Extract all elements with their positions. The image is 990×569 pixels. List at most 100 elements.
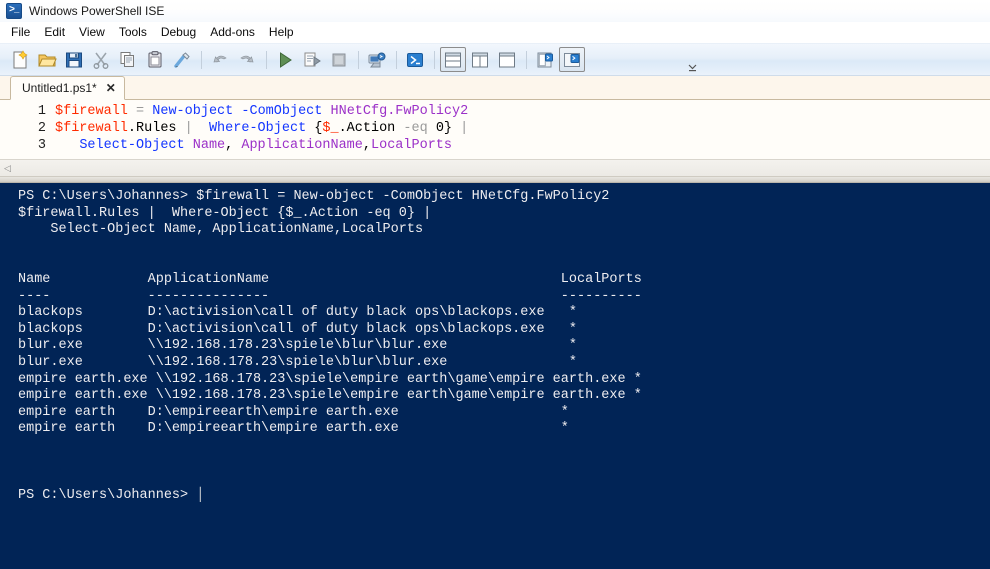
menu-edit[interactable]: Edit: [37, 24, 72, 41]
code-token: HNetCfg.FwPolicy2: [330, 104, 469, 119]
start-powershell-icon[interactable]: [402, 47, 428, 72]
code-token: |: [184, 121, 193, 136]
scroll-left-arrow-icon[interactable]: ◁: [0, 161, 15, 176]
console-line: PS C:\Users\Johannes> $firewall = New-ob…: [18, 189, 610, 204]
console-line: ---- --------------- ----------: [18, 288, 642, 304]
code-line[interactable]: 2 $firewall.Rules | Where-Object {$_.Acti…: [0, 120, 990, 137]
toolbar-separator: [396, 50, 397, 69]
menu-debug[interactable]: Debug: [154, 24, 203, 41]
console-line: empire earth D:\empireearth\empire earth…: [18, 404, 569, 420]
copy-pages-icon[interactable]: [115, 47, 141, 72]
clear-console-icon[interactable]: [169, 47, 195, 72]
new-script-icon[interactable]: [7, 47, 33, 72]
code-token: ,: [362, 138, 371, 153]
editor-tab-label: Untitled1.ps1*: [22, 81, 97, 95]
close-icon[interactable]: ✕: [106, 82, 116, 94]
powershell-icon: [6, 3, 22, 19]
console-line: empire earth.exe \\192.168.178.23\spiele…: [18, 388, 642, 404]
save-floppy-icon[interactable]: [61, 47, 87, 72]
show-console-pane-icon[interactable]: [559, 47, 585, 72]
redo-arrow-icon[interactable]: [234, 47, 260, 72]
toolbar-overflow-icon[interactable]: [687, 60, 697, 72]
toolbar-separator: [526, 50, 527, 69]
code-text: $firewall = New-object -ComObject HNetCf…: [55, 103, 468, 120]
code-token: LocalPorts: [371, 138, 453, 153]
menu-tools[interactable]: Tools: [112, 24, 154, 41]
code-token: $_: [322, 121, 339, 136]
line-number: 1: [37, 104, 46, 119]
line-number: 2: [37, 121, 46, 136]
menu-addons[interactable]: Add-ons: [203, 24, 262, 41]
code-token: -ComObject: [241, 104, 323, 119]
code-token: New-object: [152, 104, 234, 119]
code-text: $firewall.Rules | Where-Object {$_.Actio…: [55, 120, 468, 137]
menu-view[interactable]: View: [72, 24, 112, 41]
toolbar-separator: [266, 50, 267, 69]
code-token: |: [460, 121, 469, 136]
run-selection-icon[interactable]: [299, 47, 325, 72]
toolbar-separator: [434, 50, 435, 69]
paste-clipboard-icon[interactable]: [142, 47, 168, 72]
code-text: Select-Object Name, ApplicationName,Loca…: [55, 137, 452, 154]
code-token: $firewall: [55, 104, 128, 119]
new-remote-tab-icon[interactable]: [364, 47, 390, 72]
code-token: 0}: [427, 121, 461, 136]
console-line: $firewall.Rules | Where-Object {$_.Actio…: [18, 205, 432, 221]
console-line: empire earth D:\empireearth\empire earth…: [18, 421, 569, 437]
console-pane[interactable]: PS C:\Users\Johannes> $firewall = New-ob…: [0, 183, 990, 569]
code-line[interactable]: 3 Select-Object Name, ApplicationName,Lo…: [0, 137, 990, 154]
menu-file[interactable]: File: [4, 24, 37, 41]
console-caret: │: [196, 487, 205, 503]
code-token: {: [306, 121, 323, 136]
editor-tab[interactable]: Untitled1.ps1* ✕: [10, 76, 125, 100]
code-token: =: [136, 104, 145, 119]
toolbar: [0, 43, 990, 76]
code-token: $firewall: [55, 121, 128, 136]
console-line: PS C:\Users\Johannes> │: [18, 487, 205, 503]
toolbar-separator: [201, 50, 202, 69]
code-token: -eq: [403, 121, 428, 136]
powershell-ise-window: Windows PowerShell ISE FileEditViewTools…: [0, 0, 990, 569]
code-token: Name: [192, 138, 226, 153]
console-line: blur.exe \\192.168.178.23\spiele\blur\bl…: [18, 338, 577, 354]
layout-side-icon[interactable]: [467, 47, 493, 72]
script-pane[interactable]: 1 $firewall = New-object -ComObject HNetC…: [0, 100, 990, 159]
layout-stacked-icon[interactable]: [440, 47, 466, 72]
code-token: ApplicationName: [241, 138, 363, 153]
pane-splitter[interactable]: [0, 176, 990, 183]
console-line: Name ApplicationName LocalPorts: [18, 271, 642, 287]
console-line: blackops D:\activision\call of duty blac…: [18, 321, 577, 337]
tab-strip: Untitled1.ps1* ✕: [0, 76, 990, 100]
show-script-pane-icon[interactable]: [532, 47, 558, 72]
menu-bar: File Edit View Tools Debug Add-ons Help: [0, 22, 990, 43]
line-number: 3: [37, 138, 46, 153]
menu-help[interactable]: Help: [262, 24, 301, 41]
open-folder-icon[interactable]: [34, 47, 60, 72]
code-token: ,: [225, 138, 242, 153]
layout-maximized-icon[interactable]: [494, 47, 520, 72]
title-bar: Windows PowerShell ISE: [0, 0, 990, 22]
undo-arrow-icon[interactable]: [207, 47, 233, 72]
console-line: blackops D:\activision\call of duty blac…: [18, 305, 577, 321]
stop-script-icon[interactable]: [326, 47, 352, 72]
run-script-icon[interactable]: [272, 47, 298, 72]
toolbar-separator: [358, 50, 359, 69]
code-token: .Action: [338, 121, 396, 136]
cut-scissors-icon[interactable]: [88, 47, 114, 72]
window-title: Windows PowerShell ISE: [29, 4, 165, 18]
script-pane-horizontal-scrollbar[interactable]: ◁: [0, 159, 990, 176]
code-token: .Rules: [127, 121, 177, 136]
code-token: Select-Object: [79, 138, 185, 153]
console-line: Select-Object Name, ApplicationName,Loca…: [18, 222, 424, 238]
code-token: Where-Object: [208, 121, 307, 136]
code-line[interactable]: 1 $firewall = New-object -ComObject HNetC…: [0, 103, 990, 120]
